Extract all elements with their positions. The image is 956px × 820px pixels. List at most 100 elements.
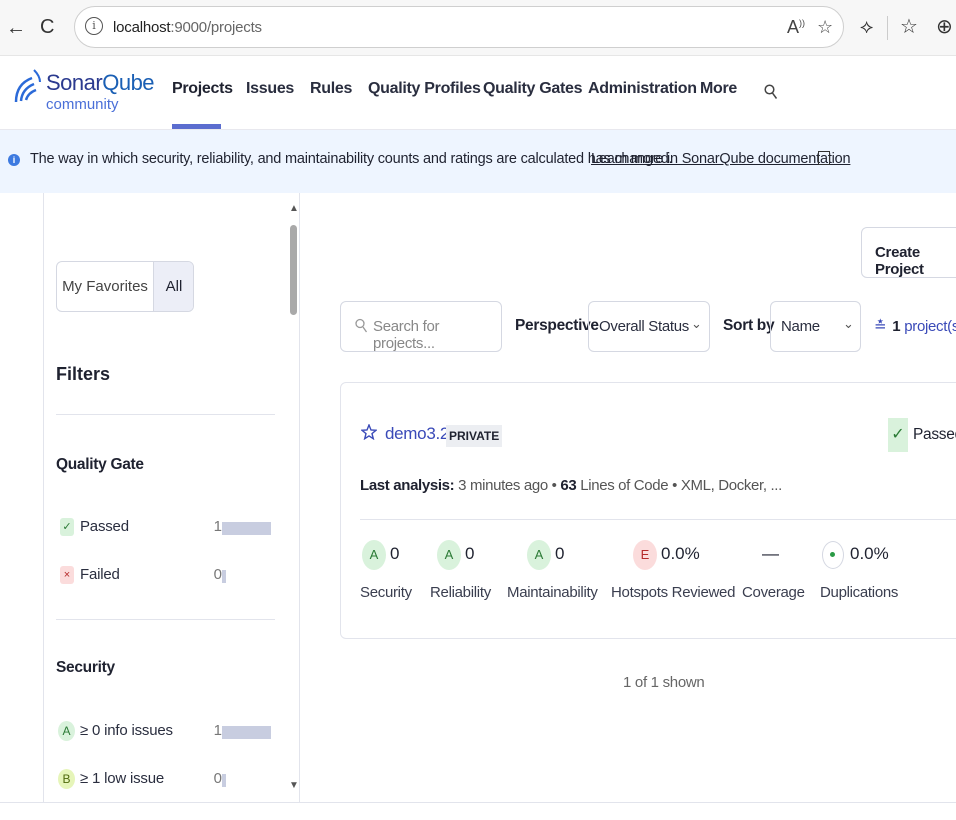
sonar-waves-icon	[14, 69, 41, 103]
scroll-down-arrow-icon[interactable]: ▼	[289, 780, 299, 791]
duplications-ring-icon	[822, 541, 844, 569]
metric-value: 0.0%	[850, 544, 889, 563]
divider	[56, 414, 275, 415]
reload-icon[interactable]: C	[40, 17, 54, 37]
sonarqube-logo[interactable]: SonarQube community	[12, 68, 155, 113]
logo-edition: community	[46, 96, 119, 113]
nav-rules[interactable]: Rules	[310, 80, 352, 98]
facet-bar	[222, 726, 271, 739]
rating-a-badge: A	[58, 721, 75, 741]
project-name-link[interactable]: demo3.2	[385, 424, 449, 444]
bottom-divider	[0, 802, 956, 803]
site-info-icon[interactable]: i	[85, 17, 103, 35]
facet-option-failed[interactable]: × Failed 0	[56, 562, 275, 588]
visibility-badge: PRIVATE	[446, 425, 503, 447]
facet-label: Failed	[80, 566, 120, 583]
logo-wordmark: SonarQube	[46, 70, 155, 95]
global-search-icon[interactable]	[764, 84, 778, 105]
facet-option-passed[interactable]: ✓ Passed 1	[56, 514, 275, 540]
last-analysis-line: Last analysis: 3 minutes ago • 63 Lines …	[360, 477, 782, 494]
create-project-button[interactable]: Create Project	[861, 227, 956, 278]
toolbar-separator	[887, 16, 888, 40]
rating-e-badge: E	[633, 540, 657, 570]
facet-bar	[222, 774, 226, 787]
rating-b-badge: B	[58, 769, 75, 789]
metric-label: Duplications	[820, 584, 899, 601]
favorites-all-toggle: My Favorites All	[56, 261, 194, 312]
top-navigation: SonarQube community Projects Issues Rule…	[0, 56, 956, 130]
banner-message: The way in which security, reliability, …	[30, 151, 673, 167]
rating-a-badge: A	[362, 540, 386, 570]
facet-label: Passed	[80, 518, 129, 535]
address-bar[interactable]: i localhost:9000/projects A)) ☆	[74, 6, 844, 48]
metric-label: Coverage	[742, 584, 805, 601]
browser-toolbar: ← C i localhost:9000/projects A)) ☆ ⟡ ☆ …	[0, 0, 956, 56]
favorite-star-icon[interactable]: ☆	[817, 17, 833, 38]
nav-quality-gates[interactable]: Quality Gates	[483, 80, 583, 98]
card-divider	[360, 519, 956, 520]
facet-label: ≥ 0 info issues	[80, 722, 173, 739]
favorites-list-icon[interactable]: ☆	[900, 17, 918, 37]
toggle-all[interactable]: All	[153, 262, 193, 311]
info-banner: i The way in which security, reliability…	[0, 130, 956, 193]
toggle-my-favorites[interactable]: My Favorites	[57, 262, 153, 311]
sort-select[interactable]: Name ⌄	[770, 301, 861, 352]
nav-more[interactable]: More	[700, 80, 737, 98]
facet-label: ≥ 1 low issue	[80, 770, 165, 787]
facet-bar	[222, 570, 226, 583]
metric-label: Maintainability	[507, 584, 598, 601]
nav-issues[interactable]: Issues	[246, 80, 294, 98]
metric-label: Hotspots Reviewed	[611, 584, 736, 601]
info-icon: i	[8, 154, 20, 166]
security-facet-title[interactable]: Security	[56, 659, 115, 677]
metric-label: Security	[360, 584, 412, 601]
nav-administration[interactable]: Administration	[588, 80, 697, 98]
quality-gate-status: Passed	[913, 426, 956, 443]
extensions-icon[interactable]: ⟡	[860, 17, 873, 37]
facet-bar	[222, 522, 271, 535]
facet-count: 1	[213, 722, 222, 739]
url-text[interactable]: localhost:9000/projects	[113, 19, 262, 36]
perspective-select[interactable]: Overall Status ⌄	[588, 301, 710, 352]
metric-value: 0	[465, 544, 475, 563]
facet-option-security-b[interactable]: B ≥ 1 low issue 0	[56, 766, 275, 792]
read-aloud-icon[interactable]: A))	[787, 17, 805, 38]
facet-count: 0	[213, 770, 222, 787]
perspective-label: Perspective	[515, 317, 599, 334]
nav-projects[interactable]: Projects	[172, 80, 233, 98]
quality-gate-passed-icon: ✓	[888, 418, 908, 452]
nav-quality-profiles[interactable]: Quality Profiles	[368, 80, 481, 98]
quality-gate-facet-title[interactable]: Quality Gate	[56, 456, 144, 474]
rating-a-badge: A	[527, 540, 551, 570]
divider	[56, 619, 275, 620]
metric-value: —	[762, 544, 779, 563]
banner-docs-link[interactable]: Learn more in SonarQube documentation	[591, 151, 851, 167]
perspective-value: Overall Status	[599, 318, 690, 335]
project-search-input[interactable]: Search for projects...	[340, 301, 502, 352]
metric-value: 0	[390, 544, 400, 563]
search-placeholder: Search for projects...	[373, 318, 440, 352]
scrollbar-thumb[interactable]	[290, 225, 297, 315]
sort-value: Name	[781, 318, 820, 335]
chevron-down-icon: ⌄	[843, 316, 854, 331]
results-shown-count: 1 of 1 shown	[623, 674, 705, 691]
collections-icon[interactable]: ⊕	[936, 17, 953, 37]
favorite-star-icon[interactable]	[360, 423, 378, 445]
search-icon	[355, 318, 368, 339]
active-nav-indicator	[172, 124, 221, 129]
facet-count: 1	[213, 518, 222, 535]
cross-icon: ×	[60, 566, 74, 584]
metric-value: 0	[555, 544, 565, 563]
check-icon: ✓	[60, 518, 74, 536]
sort-direction-icon[interactable]: ≛	[874, 318, 887, 335]
external-link-icon[interactable]	[818, 151, 830, 165]
back-arrow-icon[interactable]: ←	[6, 18, 26, 38]
facet-count: 0	[213, 566, 222, 583]
scroll-up-arrow-icon[interactable]: ▲	[289, 203, 299, 214]
facet-option-security-a[interactable]: A ≥ 0 info issues 1	[56, 718, 275, 744]
project-count: ≛1 project(s)	[874, 318, 956, 335]
metric-label: Reliability	[430, 584, 491, 601]
rating-a-badge: A	[437, 540, 461, 570]
metric-value: 0.0%	[661, 544, 700, 563]
chevron-down-icon: ⌄	[691, 316, 702, 331]
